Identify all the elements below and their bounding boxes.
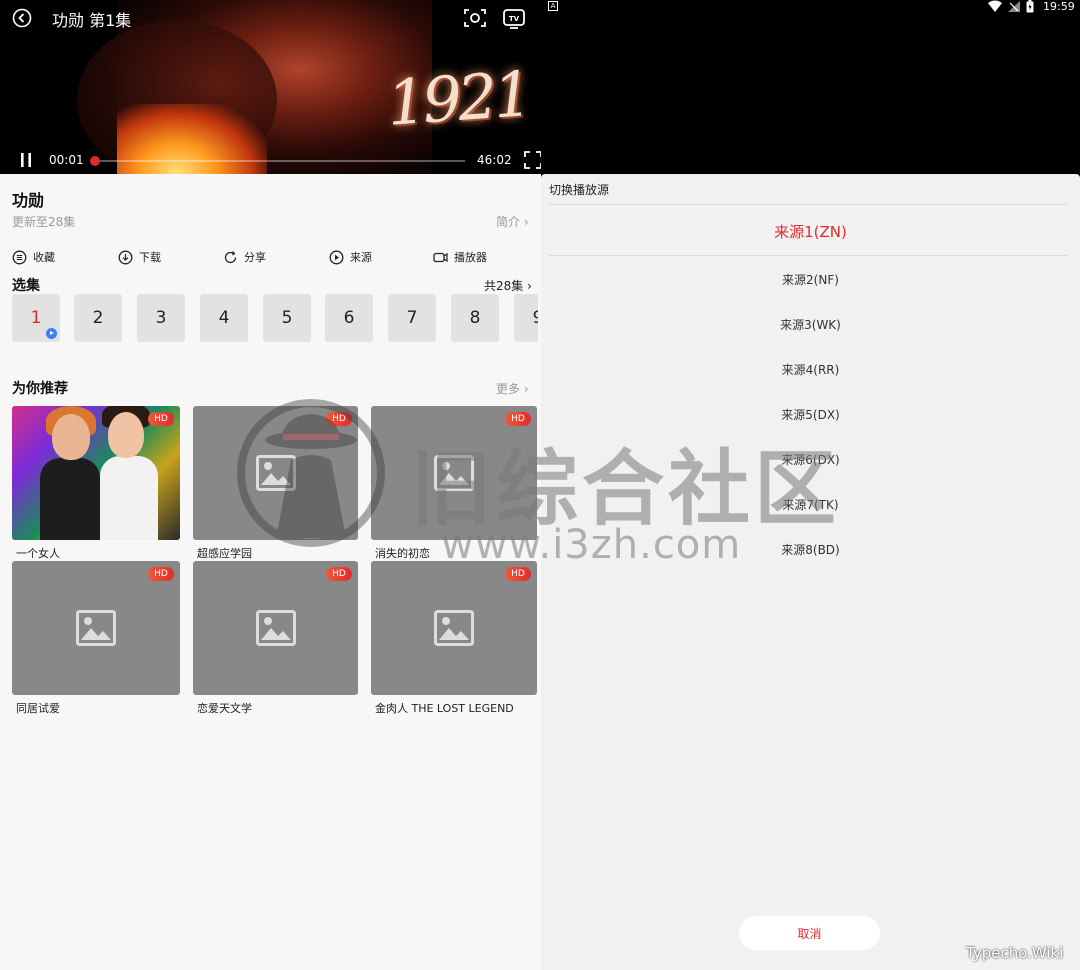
show-info: 功勋 更新至28集 简介 › 收藏 下载 分享 来源 播放器 选集 共28集 ›…	[0, 174, 541, 970]
recommend-name: 一个女人	[16, 547, 60, 560]
watermark-url: www.i3zh.com	[441, 522, 742, 568]
episode-number: 7	[406, 308, 418, 328]
recommend-more-link[interactable]: 更多 ›	[496, 380, 529, 397]
source-option[interactable]: 来源1(ZN)	[541, 221, 1080, 242]
poster-art	[12, 406, 180, 540]
episode-number: 5	[281, 308, 293, 328]
source-label: 来源	[350, 251, 372, 264]
source-option[interactable]: 来源3(WK)	[541, 316, 1080, 333]
image-placeholder-icon	[255, 610, 296, 646]
signal-icon	[1008, 1, 1020, 12]
episode-item[interactable]: 5	[263, 294, 311, 342]
corner-watermark: Typecho.Wiki	[966, 944, 1064, 962]
source-sheet: 切换播放源 来源1(ZN) 来源2(NF) 来源3(WK) 来源4(RR) 来源…	[541, 174, 1080, 970]
image-placeholder-icon	[434, 610, 474, 646]
svg-text:TV: TV	[509, 15, 520, 23]
favorite-label: 收藏	[33, 251, 55, 264]
divider	[549, 255, 1068, 256]
recommend-name: 同居试爱	[16, 702, 60, 715]
source-icon	[329, 250, 344, 264]
episode-item[interactable]: 9	[514, 294, 538, 342]
recommend-name: 金肉人 THE LOST LEGEND	[375, 702, 514, 715]
share-label: 分享	[244, 251, 266, 264]
episode-number: 9	[532, 308, 538, 328]
cancel-button[interactable]: 取消	[739, 916, 880, 950]
screen: 1921 功勋 第1集 TV 00:01 46:02 功勋 更新至28集 简介 …	[0, 0, 1080, 970]
download-button[interactable]: 下载	[118, 247, 161, 267]
progress-thumb[interactable]	[90, 156, 100, 166]
update-status: 更新至28集	[12, 215, 76, 229]
total-time: 46:02	[477, 153, 512, 167]
episode-number: 8	[469, 308, 481, 328]
episodes-title: 选集	[12, 278, 40, 294]
hd-badge: HD	[326, 567, 352, 581]
source-option[interactable]: 来源5(DX)	[541, 406, 1080, 423]
episodes-total-link[interactable]: 共28集 ›	[484, 277, 532, 294]
clock: 19:59	[1043, 0, 1075, 13]
episode-item[interactable]: 4	[200, 294, 248, 342]
screenshot-icon[interactable]	[463, 7, 487, 29]
episode-item[interactable]: 7	[388, 294, 436, 342]
current-time: 00:01	[49, 153, 84, 167]
download-icon	[118, 250, 133, 264]
wifi-icon	[988, 0, 1002, 12]
hd-badge: HD	[505, 567, 531, 581]
video-overlay-text: 1921	[384, 57, 532, 140]
player-label: 播放器	[454, 251, 487, 264]
download-label: 下载	[139, 251, 161, 264]
poster-image: HD	[12, 406, 180, 540]
share-icon	[224, 250, 237, 263]
episode-item[interactable]: 6	[325, 294, 373, 342]
placeholder-thumb: HD	[12, 561, 180, 695]
episode-item[interactable]: 2	[74, 294, 122, 342]
intro-link[interactable]: 简介 ›	[496, 213, 529, 230]
video-fire	[117, 104, 267, 174]
recommend-name: 恋爱天文学	[197, 702, 252, 715]
episode-number: 6	[343, 308, 355, 328]
video-player[interactable]: 1921 功勋 第1集 TV 00:01 46:02	[0, 0, 541, 174]
playing-icon	[46, 328, 57, 339]
source-option[interactable]: 来源2(NF)	[541, 271, 1080, 288]
source-option[interactable]: 来源4(RR)	[541, 361, 1080, 378]
image-placeholder-icon	[76, 610, 116, 646]
episode-number: 1	[30, 308, 42, 328]
watermark-logo-icon	[237, 399, 385, 547]
placeholder-thumb: HD	[193, 561, 358, 695]
episode-number: 4	[218, 308, 230, 328]
pause-icon[interactable]	[18, 152, 34, 168]
video-frame: 1921	[77, 0, 531, 174]
sheet-title: 切换播放源	[549, 183, 610, 197]
episode-item[interactable]: 1	[12, 294, 60, 342]
notification-icon: A	[548, 1, 558, 11]
progress-track[interactable]	[95, 160, 465, 162]
placeholder-thumb: HD	[371, 561, 537, 695]
episode-number: 2	[92, 308, 104, 328]
player-select-button[interactable]: 播放器	[433, 247, 487, 267]
tv-cast-icon[interactable]: TV	[502, 8, 526, 30]
hd-badge: HD	[148, 567, 174, 581]
action-bar: 收藏 下载 分享 来源 播放器	[0, 247, 541, 267]
episode-number: 3	[155, 308, 167, 328]
show-title: 功勋	[12, 191, 45, 210]
player-title: 功勋 第1集	[52, 11, 132, 30]
divider	[549, 204, 1068, 205]
source-button[interactable]: 来源	[329, 247, 372, 267]
favorite-icon	[12, 250, 27, 264]
episode-list: 1 2 3 4 5 6 7 8 9	[12, 294, 538, 342]
episode-item[interactable]: 8	[451, 294, 499, 342]
back-icon[interactable]	[12, 8, 32, 28]
battery-charging-icon	[1026, 0, 1034, 13]
fullscreen-icon[interactable]	[524, 151, 541, 169]
status-bar: A 19:59	[541, 0, 1080, 14]
favorite-button[interactable]: 收藏	[12, 247, 55, 267]
episode-item[interactable]: 3	[137, 294, 185, 342]
player-icon	[433, 252, 448, 262]
hd-badge: HD	[148, 412, 174, 426]
share-button[interactable]: 分享	[223, 247, 266, 267]
recommend-title: 为你推荐	[12, 381, 68, 397]
